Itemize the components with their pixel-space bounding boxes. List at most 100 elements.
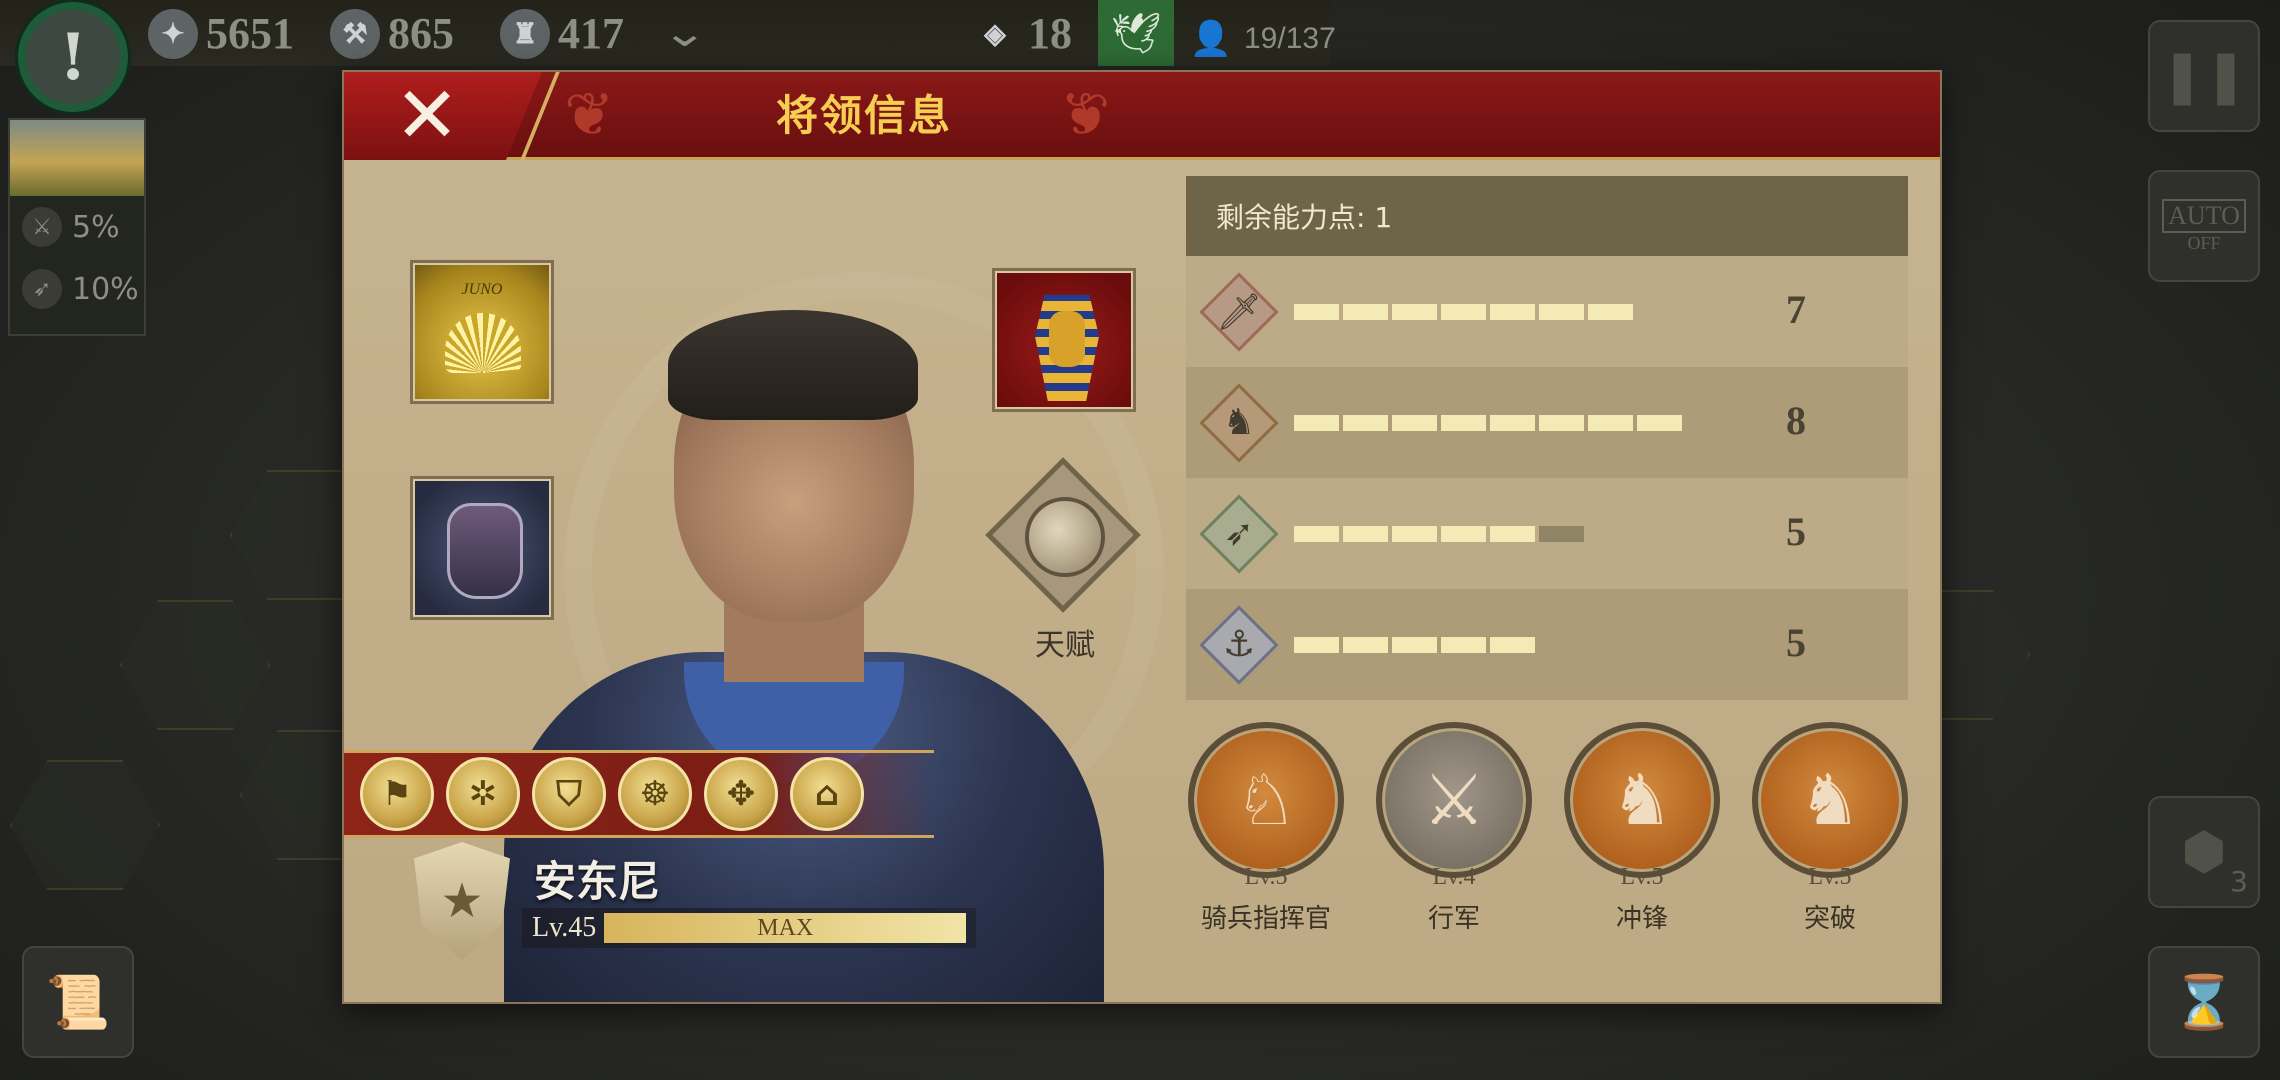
- skill-breakthrough[interactable]: ♞ Lv.5 突破: [1750, 722, 1910, 942]
- equipment-slot-treasure[interactable]: [992, 268, 1136, 412]
- attribute-row-ranged[interactable]: ➶ 5: [1186, 478, 1908, 589]
- experience-label: MAX: [757, 914, 814, 941]
- hammer-value: 865: [388, 9, 454, 58]
- hourglass-icon: ⌛: [2171, 972, 2237, 1033]
- equipment-slot-banner[interactable]: JUNO: [410, 260, 554, 404]
- peacock-icon: [445, 313, 521, 373]
- pharaoh-mask-face: [1049, 311, 1085, 367]
- attribute-segment: [1539, 526, 1584, 542]
- general-name: 安东尼: [534, 857, 661, 906]
- attribute-segment: [1490, 637, 1535, 653]
- hexagons-icon: ⬢: [2181, 822, 2227, 882]
- breakthrough-icon: ♞: [1752, 722, 1908, 878]
- laurel-left-icon: ❦: [564, 80, 615, 150]
- skill-coin[interactable]: ⌂: [790, 757, 864, 831]
- skill-name: 突破: [1803, 904, 1856, 934]
- close-icon: ✕: [394, 71, 460, 161]
- portrait-hair: [668, 310, 918, 420]
- population-value: 19/137: [1244, 22, 1336, 55]
- end-turn-button[interactable]: ⌛: [2148, 946, 2260, 1058]
- skill-march[interactable]: ⚔ Lv.4 行军: [1374, 722, 1534, 942]
- manpower-resource: ♜ 417: [500, 8, 624, 59]
- pause-button[interactable]: ❚❚: [2148, 20, 2260, 132]
- attribute-segment: [1294, 304, 1339, 320]
- attribute-segment: [1637, 415, 1682, 431]
- terrain-panel: ⚔ 5% ➶ 10%: [8, 118, 146, 336]
- attribute-bar: [1294, 415, 1694, 431]
- skill-name: 冲锋: [1615, 904, 1668, 934]
- skill-list: ♘ Lv.5 骑兵指挥官 ⚔ Lv.4 行军 ♞ Lv.5 冲锋 ♞ Lv.5 …: [1186, 722, 1908, 942]
- eagle-coin-icon: ✦: [148, 8, 198, 59]
- diamond-token-icon: ◈: [984, 18, 1006, 50]
- alert-button[interactable]: !: [18, 2, 128, 112]
- map-hex: [120, 600, 270, 730]
- attribute-segment: [1441, 526, 1486, 542]
- hammer-icon: ⚒: [330, 8, 380, 59]
- skill-level: Lv.5: [1244, 864, 1288, 890]
- hex-grid-button[interactable]: ⬢ 3: [2148, 796, 2260, 908]
- attribute-value: 8: [1786, 398, 1806, 443]
- pause-icon: ❚❚: [2160, 46, 2248, 106]
- attribute-segment: [1294, 637, 1339, 653]
- dove-icon[interactable]: 🕊: [1098, 0, 1174, 66]
- skill-coin[interactable]: ⛉: [532, 757, 606, 831]
- globe-icon: [1025, 497, 1105, 577]
- skill-coin[interactable]: ✥: [704, 757, 778, 831]
- attribute-panel: 剩余能力点: 1 🗡 7 ♞ 8 ➶ 5 ⚓ 5: [1186, 176, 1908, 700]
- skill-name: 骑兵指挥官: [1200, 904, 1331, 934]
- manpower-value: 417: [558, 9, 624, 58]
- attribute-segment: [1441, 637, 1486, 653]
- talent-label: 天赋: [1035, 628, 1095, 663]
- skill-coin[interactable]: ⚑: [360, 757, 434, 831]
- general-info-dialog: ❦ 将领信息 ❦ ✕ JUNO 天赋 ⚑ ✲ ⛉ ☸ ✥ ⌂ ★ 安东尼 Lv.…: [342, 70, 1942, 1004]
- talent-button[interactable]: [985, 457, 1141, 613]
- remaining-points-label: 剩余能力点: 1: [1216, 201, 1393, 234]
- attribute-segment: [1441, 304, 1486, 320]
- expand-chevron-icon[interactable]: ⌄: [661, 10, 708, 56]
- skill-coin[interactable]: ✲: [446, 757, 520, 831]
- attribute-row-cavalry[interactable]: ♞ 8: [1186, 367, 1908, 478]
- skill-level: Lv.4: [1432, 864, 1476, 890]
- attribute-row-attack[interactable]: 🗡 7: [1186, 256, 1908, 367]
- terrain-stat: ➶ 10%: [10, 258, 144, 320]
- attribute-segment: [1588, 415, 1633, 431]
- person-icon: 👤: [1189, 20, 1233, 58]
- anchor-icon: ⚓: [1199, 604, 1279, 685]
- token-resource: ◈ 18: [970, 8, 1072, 59]
- skill-cavalry-commander[interactable]: ♘ Lv.5 骑兵指挥官: [1186, 722, 1346, 942]
- bow-icon: ➶: [22, 269, 62, 309]
- attribute-row-naval[interactable]: ⚓ 5: [1186, 589, 1908, 700]
- attribute-value: 5: [1786, 509, 1806, 554]
- level-row: Lv.45 MAX: [522, 908, 977, 948]
- map-hex: [10, 760, 160, 890]
- terrain-image: [10, 120, 144, 196]
- scroll-button[interactable]: 📜: [22, 946, 134, 1058]
- scroll-icon: 📜: [45, 972, 111, 1033]
- attribute-segment: [1539, 415, 1584, 431]
- dialog-header: ❦ 将领信息 ❦: [344, 72, 1940, 160]
- terrain-stat-value: 10%: [72, 271, 139, 307]
- gold-resource: ✦ 5651: [148, 8, 294, 59]
- skill-coin[interactable]: ☸: [618, 757, 692, 831]
- attribute-value: 7: [1786, 287, 1806, 332]
- terrain-stat-value: 5%: [72, 209, 120, 245]
- skill-charge[interactable]: ♞ Lv.5 冲锋: [1562, 722, 1722, 942]
- auto-battle-button[interactable]: AUTO OFF: [2148, 170, 2260, 282]
- attribute-segment: [1392, 637, 1437, 653]
- attribute-segment: [1392, 415, 1437, 431]
- horse-head-icon: ♘: [1188, 722, 1344, 878]
- equipment-slot-armor[interactable]: [410, 476, 554, 620]
- banner-inscription: JUNO: [461, 281, 503, 298]
- attribute-bar: [1294, 304, 1694, 320]
- attribute-segment: [1343, 304, 1388, 320]
- auto-state-label: OFF: [2187, 232, 2221, 253]
- attribute-segment: [1343, 526, 1388, 542]
- attribute-segment: [1392, 526, 1437, 542]
- attribute-segment: [1490, 526, 1535, 542]
- horse-icon: ♞: [1199, 382, 1279, 463]
- terrain-stat: ⚔ 5%: [10, 196, 144, 258]
- soldier-icon: ♜: [500, 8, 550, 59]
- auto-label: AUTO: [2162, 198, 2246, 233]
- attribute-segment: [1294, 415, 1339, 431]
- sword-icon: ⚔: [22, 207, 62, 247]
